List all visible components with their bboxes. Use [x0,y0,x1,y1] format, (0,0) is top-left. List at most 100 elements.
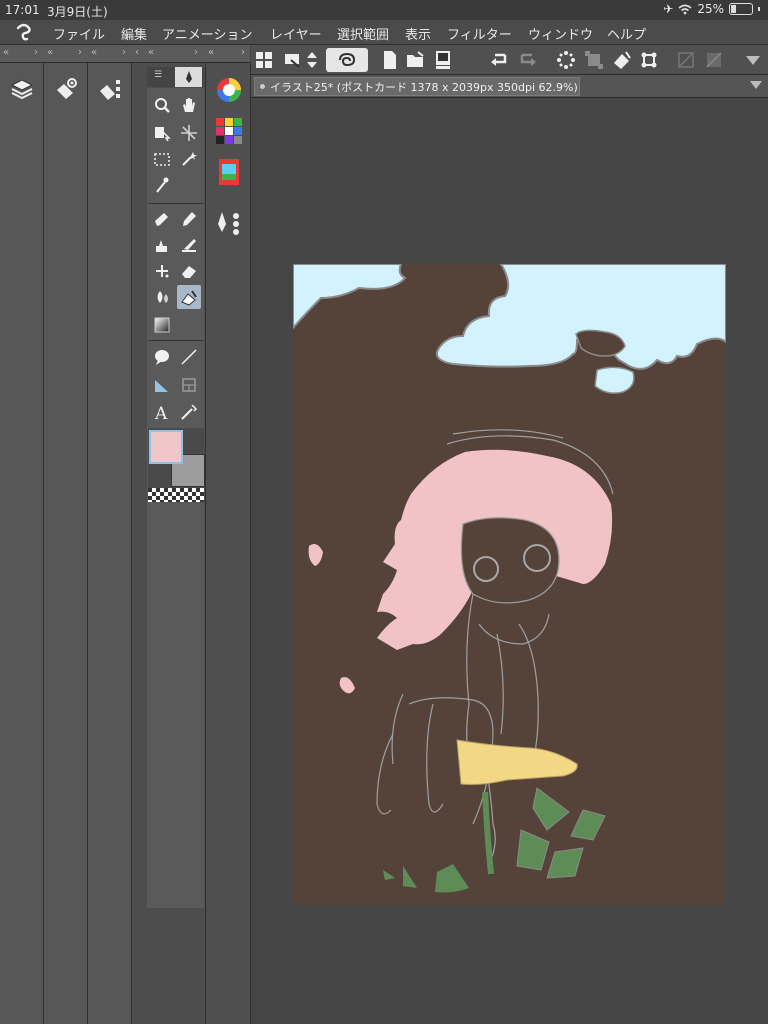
layer-search-column [88,63,132,1024]
undo-button[interactable] [487,48,511,72]
svg-text:A: A [154,404,168,421]
frame-tool[interactable] [177,373,201,397]
auto-select-tool[interactable] [177,147,201,171]
document-tab[interactable]: イラスト25* (ポストカード 1378 x 2039px 350dpi 62.… [254,77,580,96]
unsaved-dot [260,84,265,89]
color-wheel-icon[interactable] [216,77,242,103]
airplane-icon: ✈ [663,2,674,16]
gradient-icon [154,317,170,333]
open-file-button[interactable] [404,48,428,72]
operation-tool[interactable] [150,121,174,145]
quick-access-button[interactable] [281,48,305,72]
scroll-arrows-button[interactable] [304,48,320,72]
menu-animation[interactable]: アニメーション [162,24,252,43]
selection-tool[interactable] [150,147,174,171]
crop-button[interactable] [637,48,661,72]
brush-tool[interactable] [150,233,174,257]
panel-header-3[interactable]: «› [88,45,132,63]
menu-file[interactable]: ファイル [53,24,105,43]
correct-line-tool[interactable] [177,400,201,424]
transparent-color-swatch[interactable] [148,488,204,502]
animation-cels-icon[interactable] [216,159,242,185]
undo-icon [491,53,507,66]
companion-mode-button[interactable] [326,48,368,72]
correct-line-icon [181,404,198,420]
new-file-button[interactable] [378,48,402,72]
balloon-tool[interactable] [150,345,174,369]
tab-dropdown-icon[interactable] [749,80,763,90]
eyedropper-icon [156,177,169,193]
dropdown-icon [746,56,760,65]
menu-edit[interactable]: 編集 [121,24,147,43]
text-icon: A [154,404,168,421]
panel-header-2[interactable]: «› [44,45,88,63]
pen-nib-icon [185,71,192,83]
panel-header-1[interactable]: «› [0,45,44,63]
panel-header-tools[interactable]: ‹ «› [132,45,205,63]
transform-icon [585,51,603,69]
fill-tool[interactable] [177,285,201,309]
document-tab-bar: イラスト25* (ポストカード 1378 x 2039px 350dpi 62.… [251,75,768,98]
auto-select-icon [182,152,197,166]
crop-icon [641,52,657,68]
move-layer-tool[interactable] [177,121,201,145]
color-set-icon[interactable] [216,118,242,144]
menu-help[interactable]: ヘルプ [607,24,646,43]
menu-window[interactable]: ウィンドウ [528,24,593,43]
new-file-icon [384,51,396,69]
panel-header-subtools[interactable]: «› [205,45,250,63]
eraser-icon [182,266,196,278]
pencil-tool[interactable] [177,207,201,231]
eyedropper-tool[interactable] [150,173,174,197]
redo-button[interactable] [516,48,540,72]
pencil-icon [183,212,196,226]
status-time: 17:01 [5,3,40,17]
line-tool[interactable] [177,345,201,369]
clear-outside-button[interactable] [702,48,726,72]
battery-percent: 25% [697,2,724,16]
hand-tool[interactable] [177,93,201,117]
drawing-canvas[interactable] [293,264,726,905]
pen-tab[interactable] [175,67,202,87]
clear-outside-icon [706,52,722,68]
status-date: 3月9日(土) [47,5,108,19]
command-bar [251,45,768,75]
decoration-tool[interactable] [150,259,174,283]
app-logo-icon[interactable] [13,21,35,43]
ruler-tool[interactable] [150,373,174,397]
menu-layer[interactable]: レイヤー [270,24,322,43]
sub-tool-detail-icon[interactable] [216,210,242,238]
menu-selection[interactable]: 選択範囲 [337,24,389,43]
airbrush-tool[interactable] [177,233,201,257]
tool-list-tab[interactable]: ☰ [154,70,162,80]
menu-filter[interactable]: フィルター [447,24,512,43]
zoom-tool[interactable] [150,93,174,117]
brush-icon [156,240,167,252]
blend-tool[interactable] [150,285,174,309]
fill-bucket-icon [614,51,631,69]
clear-icon [678,52,694,68]
fill-icon [181,290,197,306]
airbrush-icon [182,239,196,252]
pen-tool[interactable] [150,207,174,231]
sparkle-button[interactable] [554,48,578,72]
grid-view-button[interactable] [252,48,276,72]
command-bar-dropdown[interactable] [741,48,765,72]
main-color-swatch[interactable] [149,430,183,464]
layer-property-icon[interactable] [53,76,79,102]
wifi-icon [678,4,692,14]
quick-access-icon [285,54,300,68]
menu-view[interactable]: 表示 [405,24,431,43]
transform-button[interactable] [582,48,606,72]
eraser-tool[interactable] [177,259,201,283]
layers-icon[interactable] [9,76,35,102]
text-tool[interactable]: A [150,400,174,424]
layer-search-icon[interactable] [97,76,123,102]
frame-icon [182,378,196,392]
fill-bucket-button[interactable] [610,48,634,72]
status-bar: 17:01 3月9日(土) ✈ 25% [0,0,768,20]
clear-button[interactable] [674,48,698,72]
gradient-tool[interactable] [150,313,174,337]
save-button[interactable] [431,48,455,72]
tool-panel-tabs: ☰ [147,67,204,87]
